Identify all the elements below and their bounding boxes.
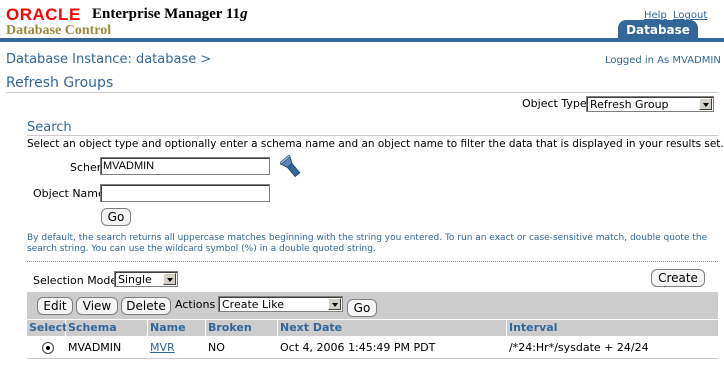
view-button[interactable]: View — [76, 297, 118, 315]
logged-in-status: Logged in As MVADMIN — [605, 55, 721, 66]
search-description: Select an object type and optionally ent… — [27, 138, 724, 150]
column-header-schema[interactable]: Schema — [66, 320, 148, 336]
search-hint: By default, the search returns all upper… — [27, 233, 708, 254]
edit-button[interactable]: Edit — [37, 297, 73, 315]
chevron-down-icon — [699, 98, 712, 110]
dotted-divider — [27, 261, 718, 262]
create-button[interactable]: Create — [651, 269, 705, 287]
actions-select[interactable]: Create Like — [218, 296, 343, 312]
selection-mode-value: Single — [118, 273, 152, 286]
search-divider — [27, 135, 718, 136]
object-type-select[interactable]: Refresh Group — [586, 96, 714, 112]
product-subtitle: Database Control — [6, 23, 112, 38]
column-header-broken[interactable]: Broken — [206, 320, 278, 336]
schema-input[interactable]: MVADMIN — [100, 157, 270, 175]
object-name-label: Object Name — [33, 187, 105, 200]
tab-database[interactable]: Database — [618, 20, 698, 40]
flashlight-icon[interactable] — [279, 154, 302, 179]
search-header: Search — [27, 120, 72, 135]
chevron-down-icon — [163, 273, 176, 285]
title-divider — [6, 92, 718, 93]
table-cell-schema: MVADMIN — [66, 337, 148, 359]
page-title: Refresh Groups — [6, 75, 114, 91]
header-divider — [0, 38, 724, 42]
product-label: Enterprise Manager — [92, 6, 223, 22]
table-cell-interval: /*24:Hr*/sysdate + 24/24 — [507, 337, 718, 359]
search-go-button[interactable]: Go — [101, 208, 131, 226]
column-header-next-date[interactable]: Next Date — [278, 320, 507, 336]
column-header-name[interactable]: Name — [148, 320, 206, 336]
selection-mode-label: Selection Mode — [33, 274, 118, 287]
delete-button[interactable]: Delete — [121, 297, 171, 315]
breadcrumb[interactable]: Database Instance: database > — [6, 52, 211, 67]
actions-value: Create Like — [222, 298, 284, 311]
actions-label: Actions — [175, 298, 216, 311]
product-name: Enterprise Manager 11g — [92, 6, 248, 23]
actions-go-button[interactable]: Go — [347, 299, 377, 317]
object-type-value: Refresh Group — [590, 98, 669, 111]
row-select-radio[interactable] — [42, 342, 54, 354]
oracle-logo: ORACLE — [6, 5, 81, 24]
version-suffix: g — [240, 6, 248, 22]
version-number: 11 — [225, 6, 241, 22]
table-cell-next-date: Oct 4, 2006 1:45:49 PM PDT — [278, 337, 507, 359]
object-name-input[interactable] — [100, 184, 270, 202]
column-header-interval[interactable]: Interval — [507, 320, 718, 336]
selection-mode-select[interactable]: Single — [114, 271, 178, 287]
column-header-select: Select — [27, 320, 68, 336]
table-cell-name-link[interactable]: MVR — [148, 337, 206, 359]
object-type-label: Object Type — [522, 97, 587, 110]
table-cell-broken: NO — [206, 337, 278, 359]
chevron-down-icon — [328, 298, 341, 310]
